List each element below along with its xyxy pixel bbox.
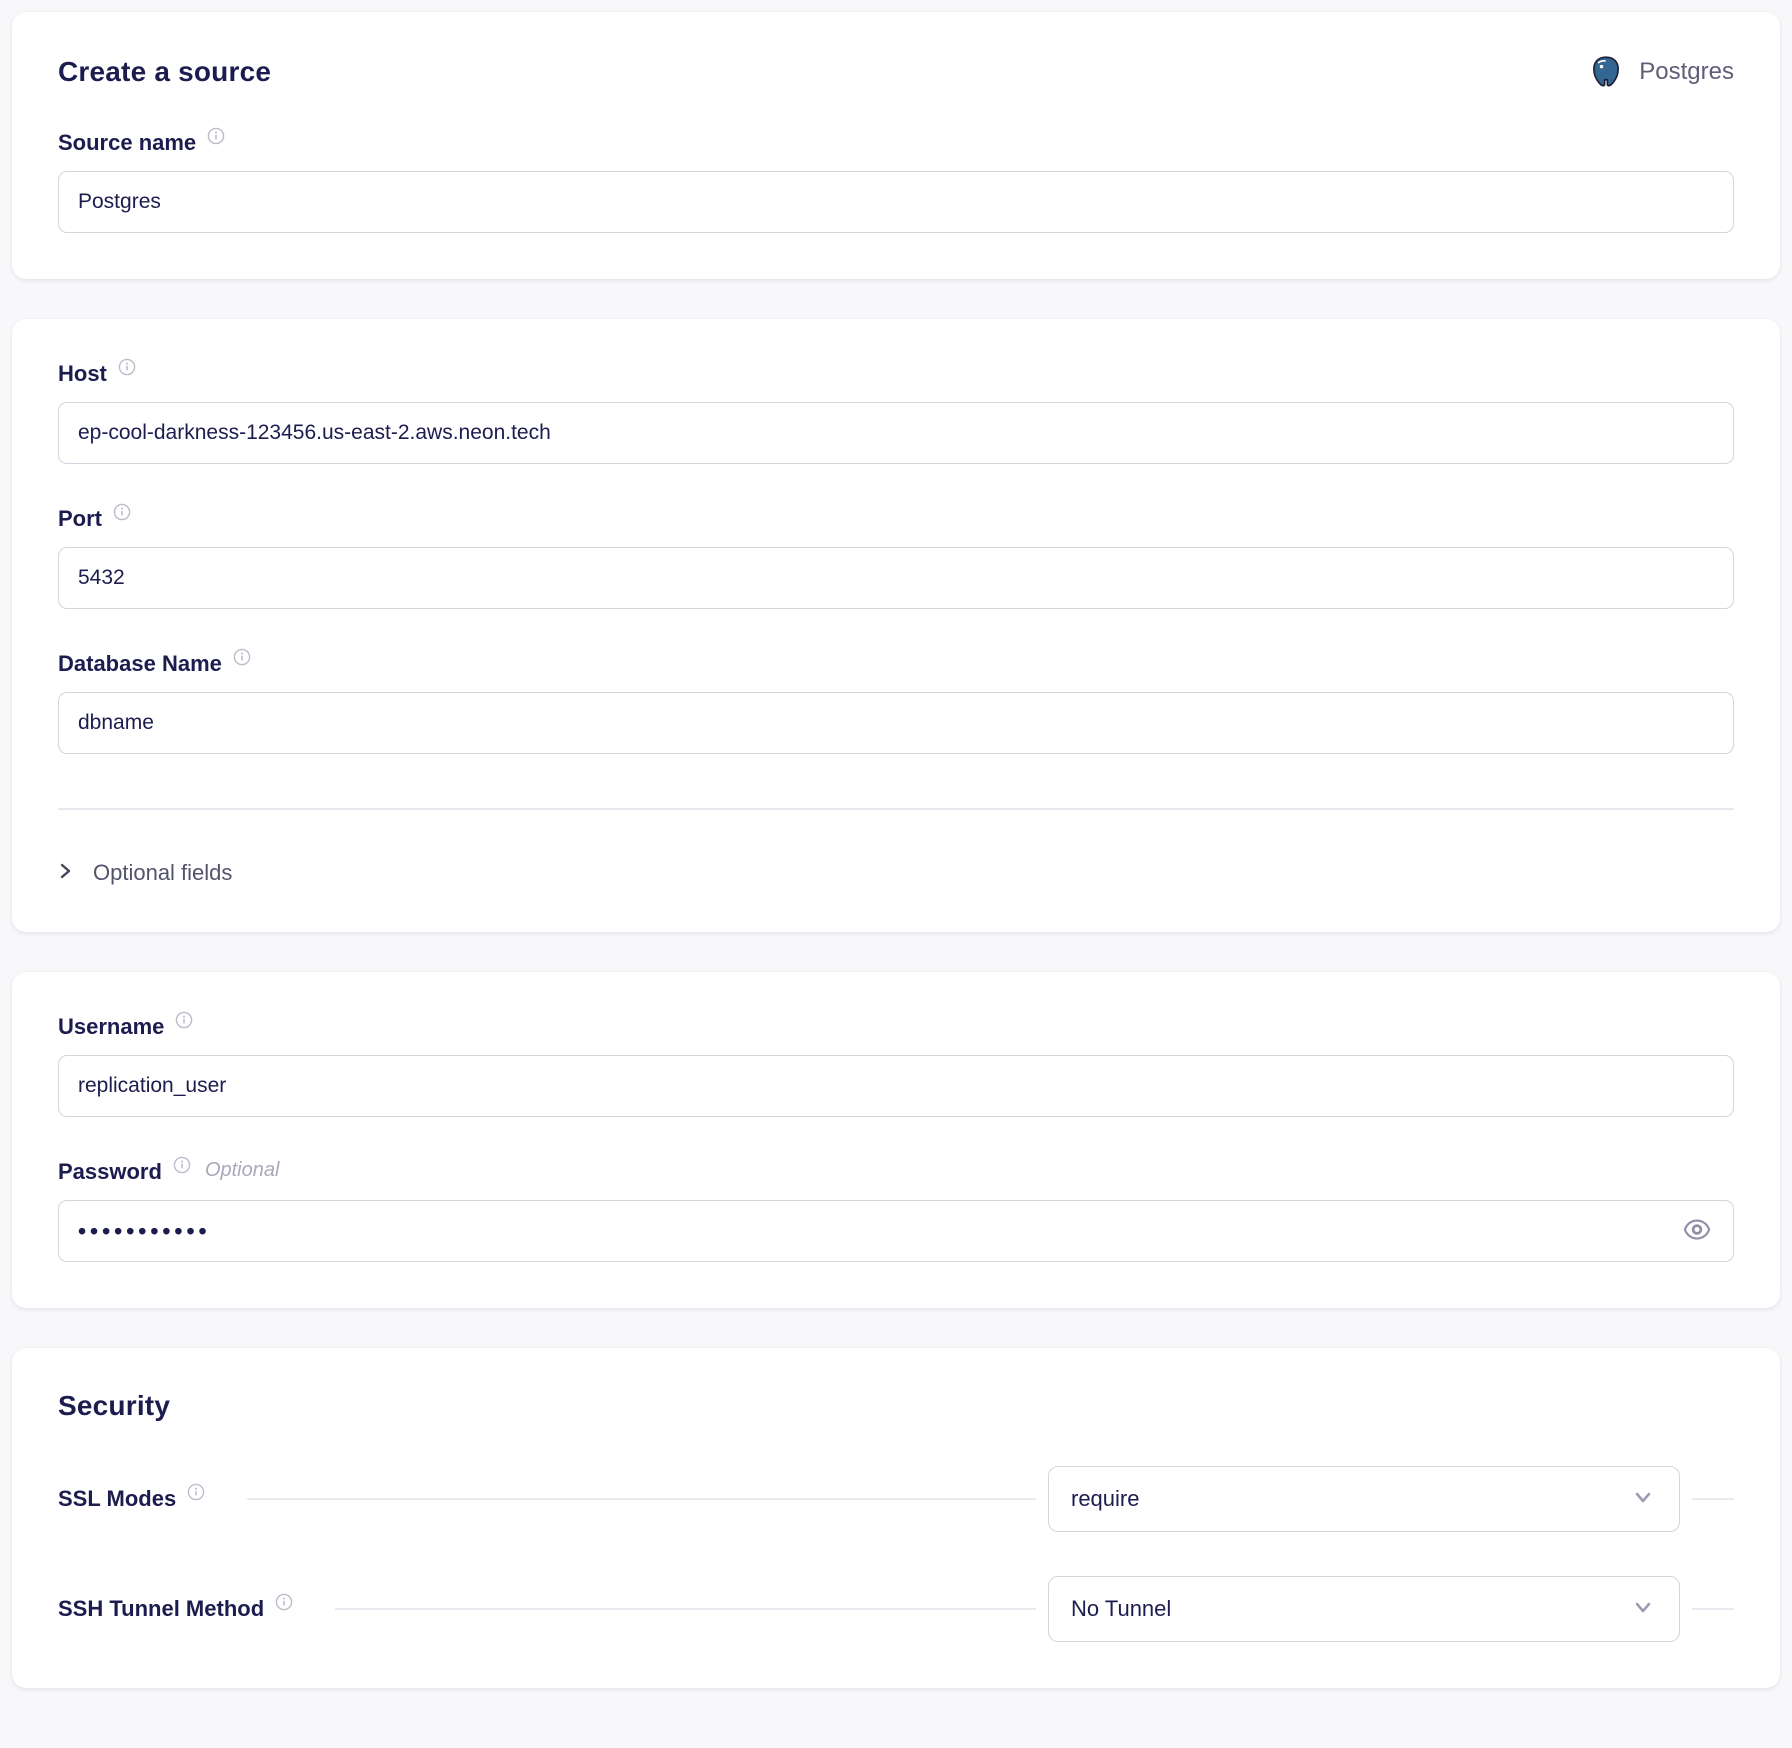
- username-label: Username: [58, 1014, 164, 1040]
- chevron-down-icon: [1631, 1485, 1655, 1514]
- ssl-modes-row: SSL Modes require: [58, 1466, 1734, 1532]
- ssh-tunnel-selected-value: No Tunnel: [1071, 1596, 1171, 1622]
- security-card: Security SSL Modes require SSH Tunnel Me…: [12, 1348, 1780, 1688]
- ssl-modes-selected-value: require: [1071, 1486, 1139, 1512]
- host-field-group: Host: [58, 361, 1734, 464]
- connector-rule-line-end: [1692, 1608, 1734, 1610]
- port-label: Port: [58, 506, 102, 532]
- source-name-input[interactable]: [58, 171, 1734, 233]
- ssl-modes-select[interactable]: require: [1048, 1466, 1680, 1532]
- info-icon[interactable]: [118, 358, 136, 376]
- port-field-group: Port: [58, 506, 1734, 609]
- optional-fields-label: Optional fields: [93, 860, 232, 886]
- postgres-elephant-icon: [1588, 54, 1624, 90]
- connector-rule-line: [335, 1608, 1036, 1610]
- password-input[interactable]: [58, 1200, 1734, 1262]
- info-icon[interactable]: [187, 1483, 205, 1501]
- port-input[interactable]: [58, 547, 1734, 609]
- database-name-label: Database Name: [58, 651, 222, 677]
- info-icon[interactable]: [113, 503, 131, 521]
- username-field-group: Username: [58, 1014, 1734, 1117]
- host-input[interactable]: [58, 402, 1734, 464]
- card-header: Create a source Postgres: [58, 54, 1734, 90]
- password-field-group: Password Optional: [58, 1159, 1734, 1262]
- chevron-down-icon: [1631, 1595, 1655, 1624]
- info-icon[interactable]: [233, 648, 251, 666]
- page-title: Create a source: [58, 56, 271, 88]
- database-name-input[interactable]: [58, 692, 1734, 754]
- eye-icon: [1682, 1215, 1712, 1248]
- divider: [58, 808, 1734, 810]
- username-input[interactable]: [58, 1055, 1734, 1117]
- toggle-password-visibility-button[interactable]: [1682, 1215, 1712, 1248]
- source-name-label: Source name: [58, 130, 196, 156]
- connector-name-label: Postgres: [1639, 58, 1734, 86]
- info-icon[interactable]: [175, 1011, 193, 1029]
- info-icon[interactable]: [275, 1593, 293, 1611]
- create-source-card: Create a source Postgres Source name: [12, 12, 1780, 279]
- security-section-title: Security: [58, 1390, 1734, 1422]
- credentials-card: Username Password Optional: [12, 972, 1780, 1308]
- optional-fields-toggle[interactable]: Optional fields: [58, 860, 232, 886]
- source-name-field-group: Source name: [58, 130, 1734, 233]
- ssl-modes-label: SSL Modes: [58, 1486, 176, 1512]
- connector-rule-line-end: [1692, 1498, 1734, 1500]
- info-icon[interactable]: [207, 127, 225, 145]
- connection-card: Host Port Data: [12, 319, 1780, 932]
- database-field-group: Database Name: [58, 651, 1734, 754]
- ssh-tunnel-method-label: SSH Tunnel Method: [58, 1596, 264, 1622]
- host-label: Host: [58, 361, 107, 387]
- password-label: Password: [58, 1159, 162, 1185]
- ssh-tunnel-row: SSH Tunnel Method No Tunnel: [58, 1576, 1734, 1642]
- ssh-tunnel-method-select[interactable]: No Tunnel: [1048, 1576, 1680, 1642]
- info-icon[interactable]: [173, 1156, 191, 1174]
- connector-rule-line: [247, 1498, 1036, 1500]
- password-optional-tag: Optional: [205, 1159, 280, 1182]
- connector-badge: Postgres: [1588, 54, 1734, 90]
- chevron-right-icon: [58, 861, 73, 886]
